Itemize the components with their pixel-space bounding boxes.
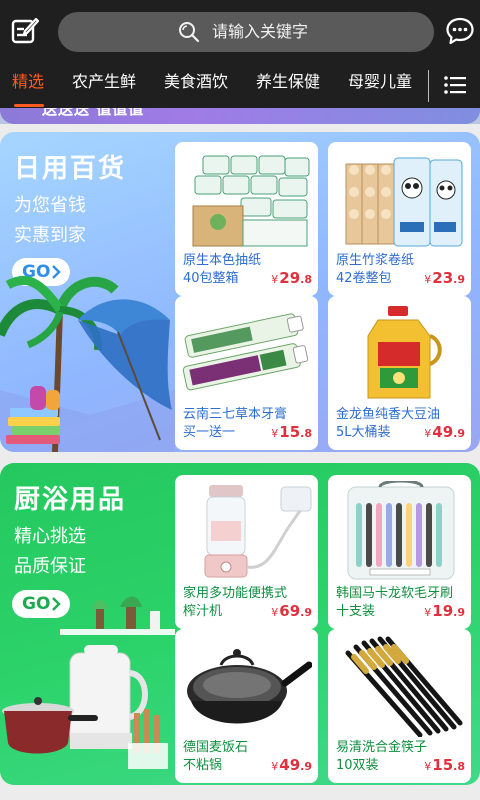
product-card[interactable]: 云南三七草本牙膏 买一送一 ¥15.8: [175, 296, 318, 450]
product-card[interactable]: 原生本色抽纸 40包整箱 ¥29.8: [175, 142, 318, 296]
tab-mother-baby[interactable]: 母婴儿童: [348, 70, 412, 94]
product-name: 云南三七草本牙膏: [183, 407, 288, 422]
product-spec: 10双装: [336, 758, 379, 773]
product-name: 原生本色抽纸: [183, 253, 262, 268]
product-image-chopsticks: [334, 635, 465, 737]
product-card[interactable]: 德国麦饭石 不粘锅 ¥49.9: [175, 629, 318, 783]
menu-icon[interactable]: [444, 76, 466, 94]
category-tabs: 精选 农产生鲜 美食酒饮 养生保健 母婴儿童: [0, 62, 430, 108]
top-header: 请输入关键字 精选 农产生鲜 美食酒饮 养生保健 母婴儿童: [0, 0, 480, 120]
product-spec: 榨汁机: [183, 604, 223, 619]
product-image-toilet-roll: [334, 148, 465, 250]
tab-food-drinks[interactable]: 美食酒饮: [164, 70, 228, 94]
product-card[interactable]: 易清洗合金筷子 10双装 ¥15.8: [328, 629, 471, 783]
tab-featured[interactable]: 精选: [12, 70, 44, 94]
product-card[interactable]: 金龙鱼纯香大豆油 5L大桶装 ¥49.9: [328, 296, 471, 450]
kitchen-bath-section: 厨浴用品 精心挑选 品质保证 GO 家用多功能便携式 榨汁机 ¥69.9 韩国马…: [0, 463, 480, 785]
product-card[interactable]: 原生竹浆卷纸 42卷整包 ¥23.9: [328, 142, 471, 296]
product-price: ¥23.9: [424, 269, 465, 287]
product-name: 易清洗合金筷子: [336, 740, 428, 755]
product-card[interactable]: 韩国马卡龙软毛牙刷 十支装 ¥19.9: [328, 475, 471, 629]
search-bar[interactable]: 请输入关键字: [58, 12, 434, 52]
product-name: 德国麦饭石: [183, 740, 249, 755]
tab-health[interactable]: 养生保健: [256, 70, 320, 94]
section-line-1: 精心挑选: [14, 526, 86, 547]
product-price: ¥15.8: [271, 423, 312, 441]
product-price: ¥19.9: [424, 602, 465, 620]
daily-goods-section: 日用百货 为您省钱 实惠到家 GO 原生本色抽纸 40包整箱 ¥29.8 原生竹…: [0, 132, 480, 452]
section-line-1: 为您省钱: [14, 195, 86, 216]
product-name: 原生竹浆卷纸: [336, 253, 415, 268]
section-line-2: 品质保证: [14, 556, 86, 577]
message-icon[interactable]: [446, 17, 474, 45]
product-spec: 买一送一: [183, 425, 236, 440]
product-image-soybean-oil: [334, 302, 465, 404]
app-root: 请输入关键字 精选 农产生鲜 美食酒饮 养生保健 母婴儿童 送送送 值值值 日用…: [0, 0, 480, 800]
tab-fresh-produce[interactable]: 农产生鲜: [72, 70, 136, 94]
product-name: 金龙鱼纯香大豆油: [336, 407, 441, 422]
search-icon: [179, 22, 200, 43]
product-spec: 5L大桶装: [336, 425, 391, 440]
section-title: 日用百货: [14, 154, 127, 184]
product-spec: 不粘锅: [183, 758, 223, 773]
active-tab-indicator: [14, 104, 44, 107]
product-spec: 十支装: [336, 604, 376, 619]
previous-banner[interactable]: 送送送 值值值: [0, 108, 480, 124]
product-price: ¥69.9: [271, 602, 312, 620]
product-spec: 42卷整包: [336, 271, 392, 286]
product-image-toothpaste: [181, 302, 312, 404]
product-image-wok: [181, 635, 312, 737]
kitchen-illustration: [2, 596, 175, 769]
product-image-juicer: [181, 481, 312, 583]
tabs-divider: [428, 70, 429, 102]
product-image-toothbrush: [334, 481, 465, 583]
product-name: 家用多功能便携式: [183, 586, 288, 601]
product-price: ¥49.9: [424, 423, 465, 441]
previous-banner-text: 送送送 值值值: [42, 108, 145, 118]
product-name: 韩国马卡龙软毛牙刷: [336, 586, 454, 601]
household-illustration: [0, 275, 175, 452]
product-price: ¥29.8: [271, 269, 312, 287]
section-title: 厨浴用品: [14, 485, 127, 515]
edit-icon[interactable]: [10, 16, 40, 46]
product-card[interactable]: 家用多功能便携式 榨汁机 ¥69.9: [175, 475, 318, 629]
product-spec: 40包整箱: [183, 271, 239, 286]
product-image-tissue: [181, 148, 312, 250]
search-placeholder: 请输入关键字: [212, 22, 309, 41]
product-price: ¥49.9: [271, 756, 312, 774]
product-price: ¥15.8: [424, 756, 465, 774]
